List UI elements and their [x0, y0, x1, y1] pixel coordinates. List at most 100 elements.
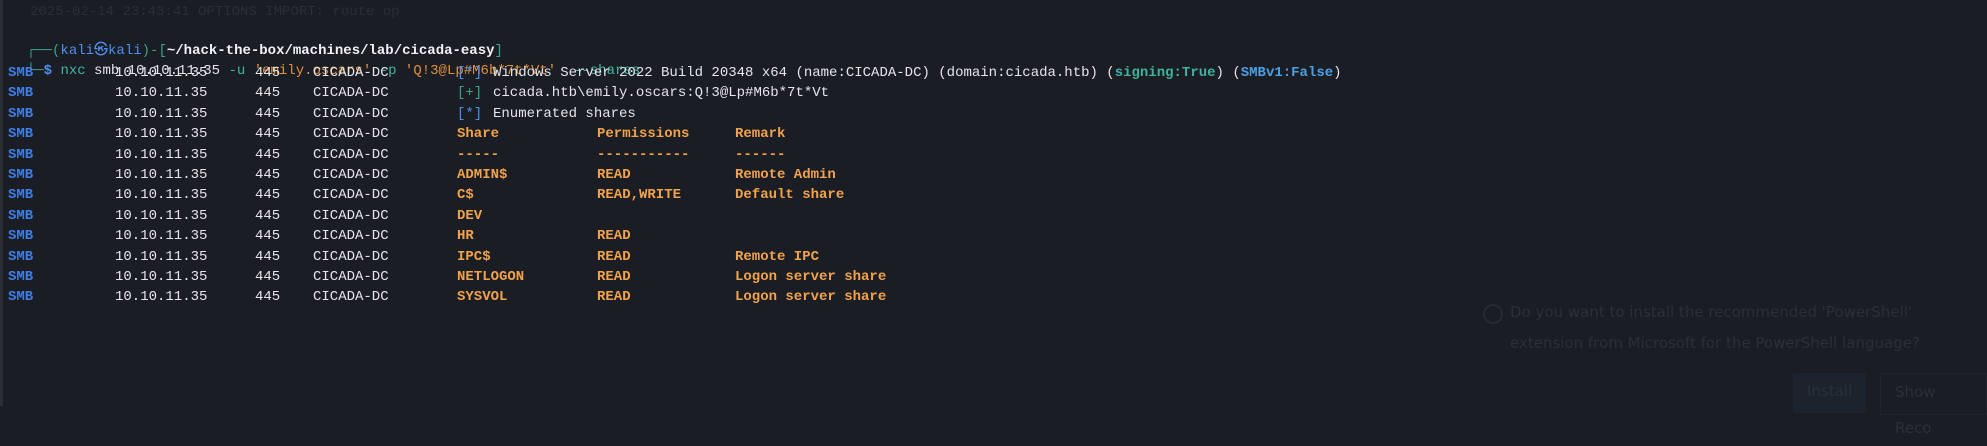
protocol: SMB [8, 167, 34, 183]
ip-address: 10.10.11.35 [115, 65, 208, 81]
port: 445 [255, 248, 281, 265]
ip-address: 10.10.11.35 [115, 248, 208, 265]
protocol: SMB [8, 187, 34, 204]
port: 445 [255, 65, 281, 81]
table-row: SMB 10.10.11.35 445 CICADA-DC HR READ [0, 226, 1987, 246]
column-header: Share [457, 126, 500, 143]
share-name: NETLOGON [457, 269, 525, 285]
auth-result: cicada.htb\emily.oscars:Q!3@Lp#M6b*7t*Vt [493, 85, 830, 102]
share-remark: Default share [735, 187, 845, 204]
install-button[interactable]: Install [1793, 373, 1867, 413]
ip-address: 10.10.11.35 [115, 85, 208, 102]
share-permissions: READ,WRITE [597, 187, 682, 204]
hostname: CICADA-DC [313, 248, 389, 265]
ip-address: 10.10.11.35 [115, 187, 208, 204]
protocol: SMB [8, 105, 34, 122]
info-marker: [*] [457, 105, 483, 122]
share-permissions: READ [597, 269, 631, 285]
share-name: C$ [457, 187, 474, 204]
ip-address: 10.10.11.35 [115, 289, 208, 306]
table-row: SMB 10.10.11.35 445 CICADA-DC [+] cicada.htb\… [0, 83, 1987, 103]
os-info: Windows Server 2022 Build 20348 x64 (nam… [493, 63, 1342, 83]
hostname: CICADA-DC [313, 65, 389, 81]
ip-address: 10.10.11.35 [115, 207, 208, 224]
share-remark: Remote IPC [735, 248, 820, 265]
protocol: SMB [8, 65, 34, 81]
notification-line1: Do you want to install the recommended '… [1510, 303, 1912, 321]
ip-address: 10.10.11.35 [115, 269, 208, 285]
protocol: SMB [8, 289, 34, 306]
hostname: CICADA-DC [313, 207, 389, 224]
ip-address: 10.10.11.35 [115, 167, 208, 183]
share-remark: Remote Admin [735, 167, 836, 183]
table-row: SMB 10.10.11.35 445 CICADA-DC DEV [0, 206, 1987, 226]
port: 445 [255, 187, 281, 204]
close-paren: ) [1333, 65, 1342, 81]
command-line: └─$ nxc smb 10.10.11.35 -u 'emily.oscars… [10, 41, 640, 79]
info-marker: [*] [457, 65, 483, 81]
table-row: SMB 10.10.11.35 445 CICADA-DC [*] Enumerated … [0, 104, 1987, 124]
port: 445 [255, 207, 281, 224]
port: 445 [255, 85, 281, 102]
protocol: SMB [8, 85, 34, 102]
share-name: HR [457, 228, 474, 245]
port: 445 [255, 289, 281, 306]
protocol: SMB [8, 248, 34, 265]
column-divider: ----- [457, 146, 500, 163]
table-row: SMB 10.10.11.35 445 CICADA-DC Share Permissio… [0, 124, 1987, 144]
sep: ) ( [1215, 65, 1241, 81]
table-row: SMB 10.10.11.35 445 CICADA-DC IPC$ READ Remote… [0, 247, 1987, 267]
protocol: SMB [8, 228, 34, 245]
port: 445 [255, 167, 281, 183]
info-icon [1483, 304, 1503, 324]
protocol: SMB [8, 269, 34, 285]
table-row: SMB 10.10.11.35 445 CICADA-DC NETLOGON READ Lo… [0, 267, 1987, 287]
table-row: SMB 10.10.11.35 445 CICADA-DC ADMIN$ READ Remo… [0, 165, 1987, 185]
share-name: SYSVOL [457, 289, 508, 306]
column-header: Permissions [597, 126, 690, 143]
share-name: DEV [457, 207, 483, 224]
table-row: SMB 10.10.11.35 445 CICADA-DC [*] Windows Ser… [0, 63, 1987, 83]
table-row: SMB 10.10.11.35 445 CICADA-DC ----- ---------… [0, 145, 1987, 165]
hostname: CICADA-DC [313, 105, 389, 122]
signing-status: signing:True [1114, 65, 1216, 81]
enum-text: Enumerated shares [493, 105, 636, 122]
hostname: CICADA-DC [313, 167, 389, 183]
notification-line2: extension from Microsoft for the PowerSh… [1510, 334, 1920, 352]
column-header: Remark [735, 126, 786, 143]
share-permissions: READ [597, 228, 631, 245]
port: 445 [255, 105, 281, 122]
hostname: CICADA-DC [313, 269, 389, 285]
share-permissions: READ [597, 167, 631, 183]
share-permissions: READ [597, 289, 631, 306]
hostname: CICADA-DC [313, 187, 389, 204]
column-divider: ------ [735, 146, 786, 163]
port: 445 [255, 126, 281, 143]
port: 445 [255, 146, 281, 163]
hostname: CICADA-DC [313, 289, 389, 306]
share-name: ADMIN$ [457, 167, 508, 183]
hostname: CICADA-DC [313, 85, 389, 102]
ip-address: 10.10.11.35 [115, 228, 208, 245]
smbv1-status: SMBv1:False [1240, 65, 1334, 81]
prompt-line: ┌──(kali㉿kali)-[~/hack-the-box/machines/… [10, 21, 503, 59]
background-log-line: 2025-02-14 23:43:41 OPTIONS IMPORT: rout… [30, 4, 400, 20]
hostname: CICADA-DC [313, 146, 389, 163]
ip-address: 10.10.11.35 [115, 105, 208, 122]
success-marker: [+] [457, 85, 483, 102]
protocol: SMB [8, 207, 34, 224]
share-name: IPC$ [457, 248, 491, 265]
os-text: Windows Server 2022 Build 20348 x64 (nam… [493, 65, 1115, 81]
extension-notification: Do you want to install the recommended '… [1483, 297, 1920, 359]
ip-address: 10.10.11.35 [115, 146, 208, 163]
table-row: SMB 10.10.11.35 445 CICADA-DC C$ READ,WRITE De… [0, 185, 1987, 205]
protocol: SMB [8, 126, 34, 143]
column-divider: ----------- [597, 146, 690, 163]
show-recommendations-button[interactable]: Show Reco [1880, 373, 1987, 437]
share-permissions: READ [597, 248, 631, 265]
port: 445 [255, 269, 281, 285]
ip-address: 10.10.11.35 [115, 126, 208, 143]
port: 445 [255, 228, 281, 245]
protocol: SMB [8, 146, 34, 163]
hostname: CICADA-DC [313, 228, 389, 245]
